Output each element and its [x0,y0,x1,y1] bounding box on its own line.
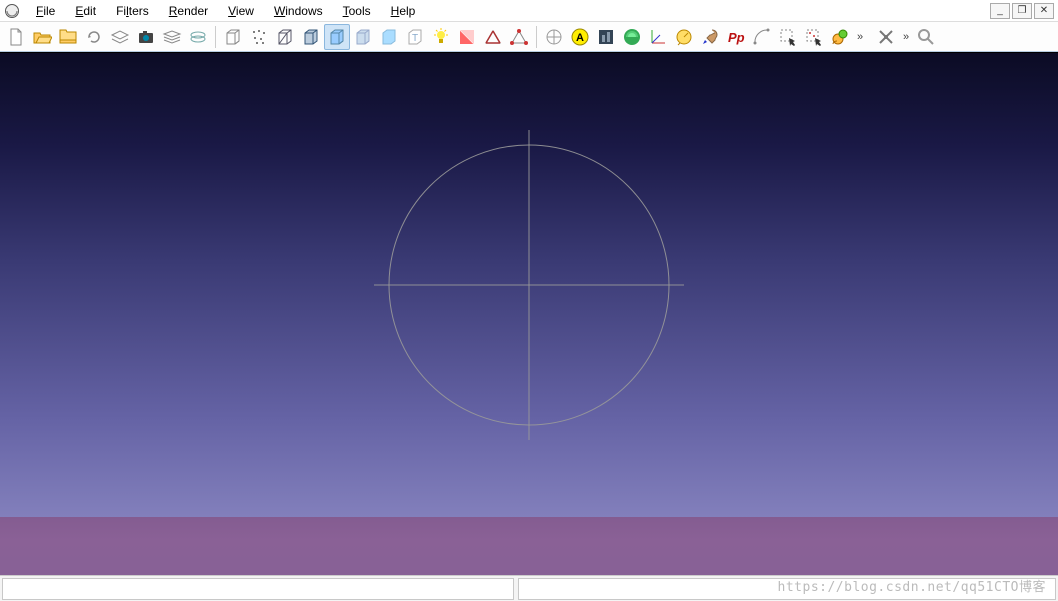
window-restore[interactable]: ❐ [1012,3,1032,19]
open-button[interactable] [29,24,55,50]
flatlines-button[interactable] [350,24,376,50]
snapshot-button[interactable] [133,24,159,50]
menu-file[interactable]: File [26,2,65,20]
wireframe-button[interactable] [272,24,298,50]
menu-view[interactable]: View [218,2,264,20]
axis-button[interactable] [645,24,671,50]
measure-button[interactable] [671,24,697,50]
window-minimize[interactable]: _ [990,3,1010,19]
toolbar-overflow-2[interactable]: » [899,24,913,50]
backface-button[interactable] [454,24,480,50]
reload-button[interactable] [81,24,107,50]
menu-bar: File Edit Filters Render View Windows To… [0,0,1058,22]
svg-text:T: T [412,33,418,44]
import-button[interactable] [55,24,81,50]
normals-button[interactable] [541,24,567,50]
preferences-button[interactable] [873,24,899,50]
menu-help[interactable]: Help [381,2,426,20]
svg-text:Pp: Pp [728,30,745,45]
viewport-3d[interactable] [0,52,1058,575]
raster-button[interactable] [185,24,211,50]
selectvert-button[interactable] [801,24,827,50]
layers-button[interactable] [159,24,185,50]
selectarea-button[interactable] [775,24,801,50]
hiddenlines-button[interactable] [298,24,324,50]
quality-button[interactable] [619,24,645,50]
menu-render[interactable]: Render [159,2,218,20]
window-close[interactable]: ✕ [1034,3,1054,19]
status-left [2,578,514,600]
app-icon [4,3,20,19]
manipulate-button[interactable] [827,24,853,50]
light-button[interactable] [428,24,454,50]
principal-button[interactable] [593,24,619,50]
menu-tools[interactable]: Tools [333,2,381,20]
menu-edit[interactable]: Edit [65,2,106,20]
bbox-button[interactable] [220,24,246,50]
trackball-gizmo [369,125,689,445]
paint-button[interactable] [697,24,723,50]
search-button[interactable] [913,24,939,50]
texture-button[interactable]: T [402,24,428,50]
ground-plane [0,517,1058,575]
menu-filters[interactable]: Filters [106,2,159,20]
arc-button[interactable] [749,24,775,50]
new-project-button[interactable] [3,24,29,50]
edgedeco-button[interactable] [480,24,506,50]
status-bar: https://blog.csdn.net/qq51CTO博客 [0,575,1058,601]
status-right [518,578,1056,600]
main-toolbar: T A Pp » [0,22,1058,52]
smooth-button[interactable] [376,24,402,50]
labels-button[interactable]: A [567,24,593,50]
flat-button[interactable] [324,24,350,50]
selverts-button[interactable] [506,24,532,50]
menu-windows[interactable]: Windows [264,2,333,20]
toolbar-overflow-1[interactable]: » [853,24,867,50]
align-button[interactable]: Pp [723,24,749,50]
points-button[interactable] [246,24,272,50]
svg-text:A: A [576,32,584,44]
save-button[interactable] [107,24,133,50]
